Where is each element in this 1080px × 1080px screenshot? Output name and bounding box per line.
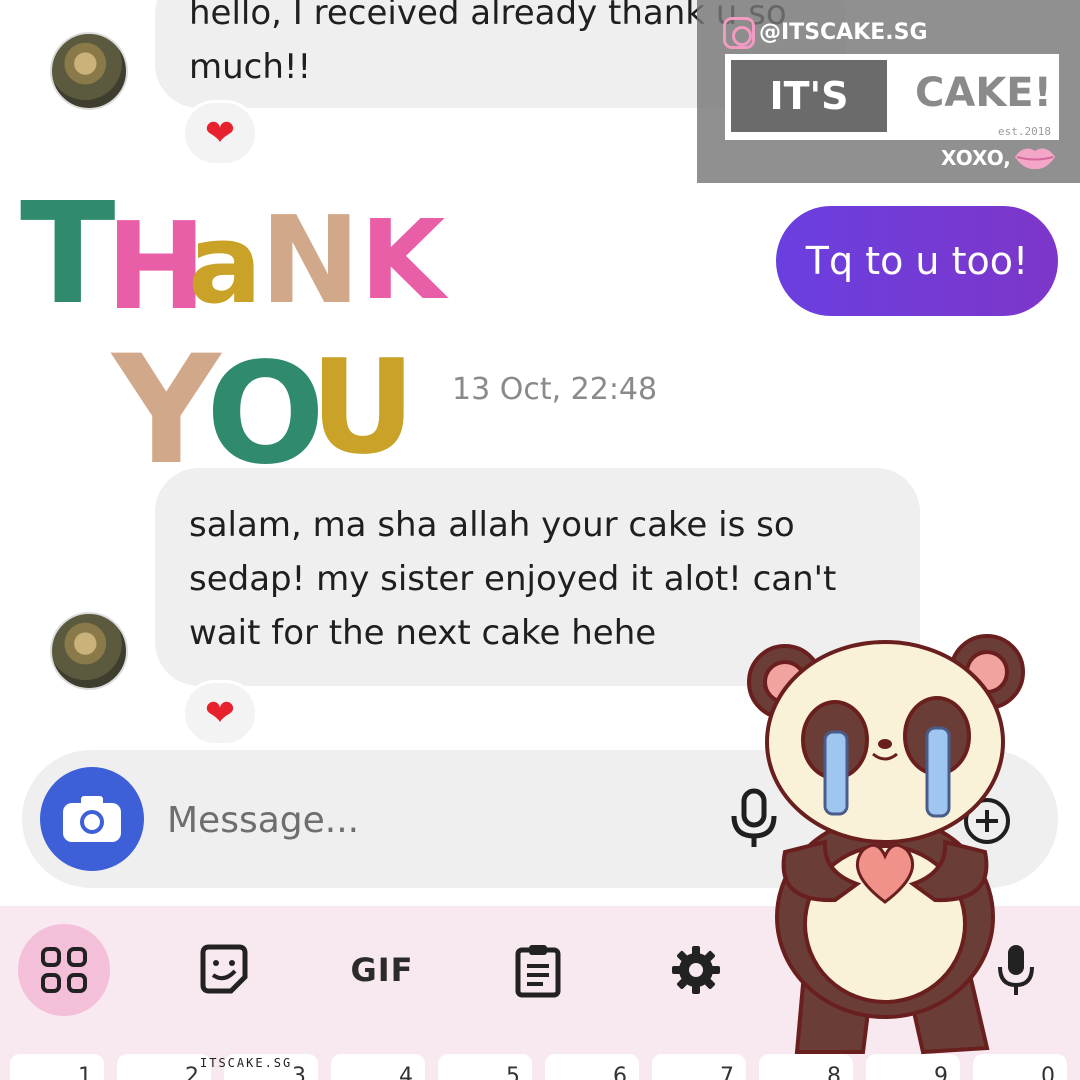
gear-icon xyxy=(672,946,720,994)
instagram-icon xyxy=(723,17,755,49)
apps-grid-button[interactable] xyxy=(18,924,110,1016)
gif-label: GIF xyxy=(350,951,414,989)
apps-grid-icon xyxy=(41,947,87,993)
heart-reaction[interactable]: ❤ xyxy=(182,680,258,746)
sender-avatar[interactable] xyxy=(50,612,128,690)
key-7[interactable]: 7 xyxy=(652,1054,746,1080)
lips-icon xyxy=(1015,148,1055,170)
brand-signoff: XOXO, xyxy=(941,146,1011,170)
sticker-icon xyxy=(200,944,248,994)
sticker-button[interactable] xyxy=(178,924,270,1016)
key-2[interactable]: 2 xyxy=(117,1054,211,1080)
message-input[interactable] xyxy=(167,793,687,847)
key-6[interactable]: 6 xyxy=(545,1054,639,1080)
watermark: ITSCAKE.SG xyxy=(200,1056,293,1070)
brand-logo-cake: CAKE! xyxy=(915,70,1052,116)
sticker-letter: T xyxy=(20,173,116,336)
message-line: sedap! my sister enjoyed it alot! can't xyxy=(189,559,837,599)
key-4[interactable]: 4 xyxy=(331,1054,425,1080)
brand-logo: IT'S CAKE! est.2018 xyxy=(725,54,1059,140)
sticker-letter: N xyxy=(260,192,360,331)
camera-button[interactable] xyxy=(40,767,144,871)
brand-logo-its: IT'S xyxy=(731,60,887,132)
camera-icon xyxy=(63,796,121,842)
heart-icon: ❤ xyxy=(204,692,236,734)
brand-established: est.2018 xyxy=(998,125,1051,138)
gif-button[interactable]: GIF xyxy=(336,924,428,1016)
message-line: salam, ma sha allah your cake is so xyxy=(189,505,795,545)
key-1[interactable]: 1 xyxy=(10,1054,104,1080)
heart-reaction[interactable]: ❤ xyxy=(182,100,258,166)
settings-button[interactable] xyxy=(650,924,742,1016)
brand-overlay: @ITSCAKE.SG IT'S CAKE! est.2018 XOXO, xyxy=(697,0,1080,183)
sender-avatar[interactable] xyxy=(50,32,128,110)
sticker-letter: O xyxy=(206,333,325,480)
key-5[interactable]: 5 xyxy=(438,1054,532,1080)
clipboard-button[interactable] xyxy=(492,924,584,1016)
crying-panda-sticker xyxy=(747,634,1025,1055)
sticker-letter: K xyxy=(360,196,449,324)
message-timestamp: 13 Oct, 22:48 xyxy=(452,372,658,407)
sticker-letter: a xyxy=(188,200,262,328)
sent-message-text: Tq to u too! xyxy=(805,239,1029,283)
sticker-letter: U xyxy=(310,331,416,480)
thank-you-sticker: T H a N K Y O U xyxy=(20,173,449,480)
clipboard-icon xyxy=(515,945,561,998)
sent-message[interactable]: Tq to u too! xyxy=(776,206,1058,316)
heart-icon: ❤ xyxy=(204,112,236,154)
brand-handle: @ITSCAKE.SG xyxy=(759,20,928,45)
